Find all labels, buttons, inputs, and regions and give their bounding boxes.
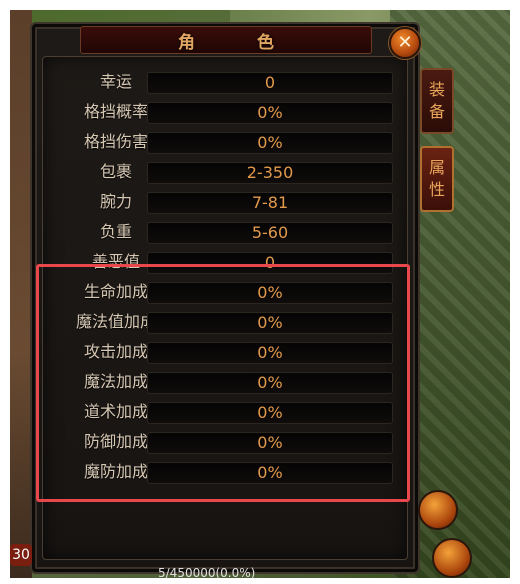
tab-attributes-label-bottom: 性 — [428, 180, 445, 199]
stat-value: 7-81 — [147, 192, 393, 214]
skill-orb-icon[interactable] — [418, 490, 458, 530]
close-button[interactable]: ✕ — [389, 27, 421, 59]
stat-value: 5-60 — [147, 222, 393, 244]
close-icon: ✕ — [397, 32, 413, 53]
panel-title-bar[interactable]: 角 色 — [80, 26, 372, 54]
tab-equipment[interactable]: 装 备 — [420, 68, 454, 134]
exp-readout: 5/450000(0.0%) — [158, 566, 256, 580]
stat-value: 2-350 — [147, 162, 393, 184]
panel-title: 角 色 — [178, 32, 302, 53]
potion-orb-icon[interactable] — [432, 538, 472, 578]
tab-attributes[interactable]: 属 性 — [420, 146, 454, 212]
stat-value: 0 — [147, 72, 393, 94]
level-badge: 30 — [10, 544, 32, 566]
tab-attributes-label-top: 属 — [428, 158, 445, 177]
tab-equipment-label-bottom: 备 — [428, 102, 445, 121]
stat-value: 0% — [147, 132, 393, 154]
background-left-edge — [10, 10, 32, 578]
tab-equipment-label-top: 装 — [428, 80, 445, 99]
highlight-box — [36, 264, 410, 502]
stat-value: 0% — [147, 102, 393, 124]
